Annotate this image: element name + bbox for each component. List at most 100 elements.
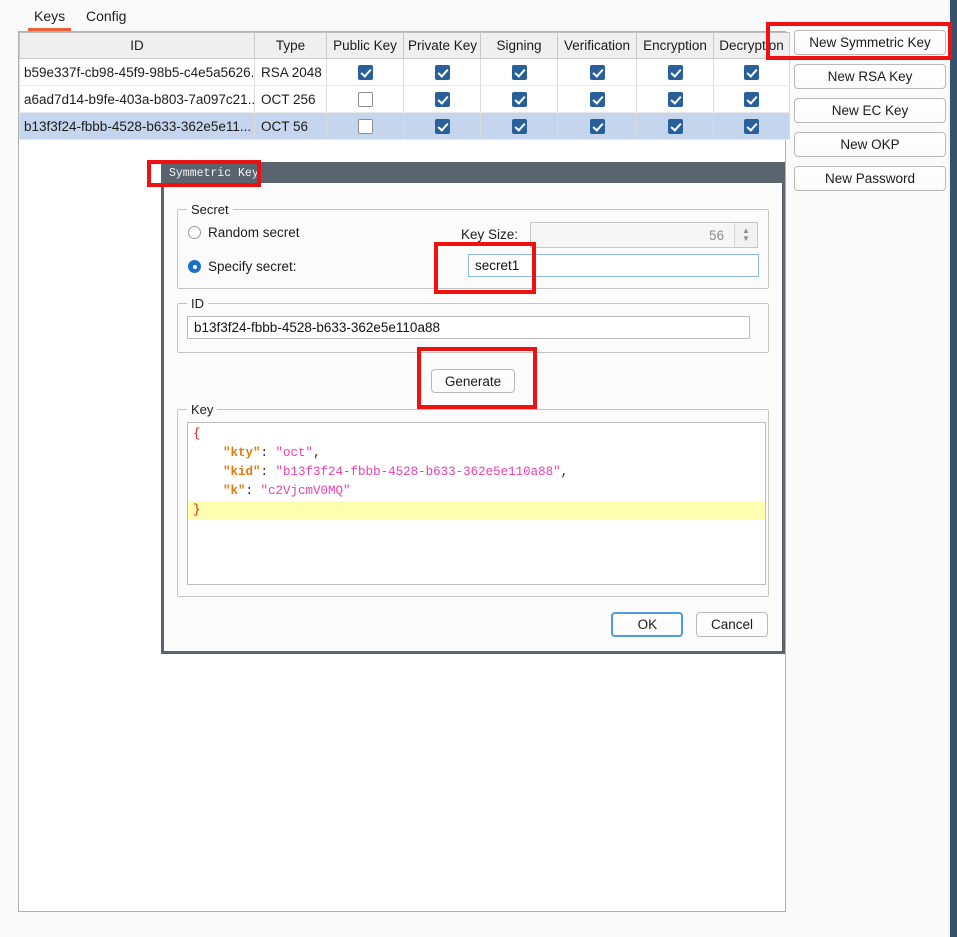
json-line: "kid": "b13f3f24-fbbb-4528-b633-362e5e11… bbox=[223, 465, 569, 479]
cell-encryption[interactable] bbox=[636, 58, 714, 86]
cell-decryption[interactable] bbox=[713, 112, 790, 140]
json-line: "k": "c2VjcmV0MQ" bbox=[223, 484, 351, 498]
checkbox-verification[interactable] bbox=[589, 118, 605, 134]
checkbox-public-key[interactable] bbox=[357, 91, 373, 107]
json-value-kty: "oct" bbox=[275, 446, 314, 460]
col-header-type[interactable]: Type bbox=[254, 32, 327, 59]
cell-id: b59e337f-cb98-45f9-98b5-c4e5a5626... bbox=[19, 58, 255, 86]
cell-signing[interactable] bbox=[480, 85, 558, 113]
cell-decryption[interactable] bbox=[713, 58, 790, 86]
key-json-view[interactable]: { "kty": "oct", "kid": "b13f3f24-fbbb-45… bbox=[187, 422, 766, 585]
app-window: Keys Config ID Type Public Key Private K… bbox=[0, 0, 957, 937]
new-rsa-key-button[interactable]: New RSA Key bbox=[794, 64, 946, 89]
checkbox-decryption[interactable] bbox=[744, 118, 759, 134]
cell-signing[interactable] bbox=[480, 112, 558, 140]
new-ec-key-button[interactable]: New EC Key bbox=[794, 98, 946, 123]
checkbox-encryption[interactable] bbox=[667, 118, 683, 134]
checkbox-signing[interactable] bbox=[511, 118, 527, 134]
col-header-encryption[interactable]: Encryption bbox=[636, 32, 714, 59]
key-group: Key { "kty": "oct", "kid": "b13f3f24-fbb… bbox=[177, 402, 769, 597]
cell-verification[interactable] bbox=[557, 112, 637, 140]
key-actions-panel: New Symmetric Key New RSA Key New EC Key… bbox=[794, 30, 946, 200]
generate-row: Generate bbox=[177, 369, 769, 393]
tab-keys[interactable]: Keys bbox=[28, 6, 72, 31]
col-header-verification[interactable]: Verification bbox=[557, 32, 637, 59]
checkbox-encryption[interactable] bbox=[667, 64, 683, 80]
new-password-button[interactable]: New Password bbox=[794, 166, 946, 191]
cell-decryption[interactable] bbox=[713, 85, 790, 113]
table-row[interactable]: a6ad7d14-b9fe-403a-b803-7a097c21... OCT … bbox=[19, 85, 790, 113]
checkbox-verification[interactable] bbox=[589, 64, 605, 80]
json-line: } bbox=[188, 501, 765, 520]
new-symmetric-key-button[interactable]: New Symmetric Key bbox=[794, 30, 946, 55]
json-value-k: "c2VjcmV0MQ" bbox=[260, 484, 351, 498]
radio-specify-secret[interactable] bbox=[188, 260, 201, 273]
col-header-id[interactable]: ID bbox=[19, 32, 255, 59]
secret-input[interactable] bbox=[468, 254, 759, 277]
key-size-stepper[interactable]: 56 ▲ ▼ bbox=[530, 222, 758, 248]
cell-type: RSA 2048 bbox=[254, 58, 327, 86]
cell-public-key[interactable] bbox=[326, 85, 404, 113]
cell-encryption[interactable] bbox=[636, 112, 714, 140]
cell-signing[interactable] bbox=[480, 58, 558, 86]
cell-encryption[interactable] bbox=[636, 85, 714, 113]
checkbox-encryption[interactable] bbox=[667, 91, 683, 107]
key-size-value: 56 bbox=[708, 227, 724, 243]
key-group-label: Key bbox=[187, 402, 218, 417]
table-header-row: ID Type Public Key Private Key Signing V… bbox=[19, 32, 790, 59]
col-header-public-key[interactable]: Public Key bbox=[326, 32, 404, 59]
cell-private-key[interactable] bbox=[403, 112, 481, 140]
table-row[interactable]: b59e337f-cb98-45f9-98b5-c4e5a5626... RSA… bbox=[19, 58, 790, 86]
checkbox-decryption[interactable] bbox=[744, 64, 759, 80]
tabbar: Keys Config bbox=[0, 0, 948, 33]
stepper-arrows-icon[interactable]: ▲ ▼ bbox=[734, 223, 757, 247]
cell-type: OCT 56 bbox=[254, 112, 327, 140]
random-secret-label: Random secret bbox=[208, 225, 300, 240]
checkbox-signing[interactable] bbox=[511, 64, 527, 80]
symmetric-key-dialog: Symmetric Key Secret Random secret Speci… bbox=[161, 162, 785, 654]
checkbox-private-key[interactable] bbox=[434, 64, 450, 80]
tab-config[interactable]: Config bbox=[80, 6, 132, 31]
random-secret-option[interactable]: Random secret bbox=[188, 225, 300, 240]
id-group-label: ID bbox=[187, 296, 208, 311]
keys-table[interactable]: ID Type Public Key Private Key Signing V… bbox=[19, 32, 790, 140]
col-header-decryption[interactable]: Decryption bbox=[713, 32, 790, 59]
checkbox-signing[interactable] bbox=[511, 91, 527, 107]
cell-id: b13f3f24-fbbb-4528-b633-362e5e11... bbox=[19, 112, 255, 140]
cell-private-key[interactable] bbox=[403, 85, 481, 113]
checkbox-private-key[interactable] bbox=[434, 91, 450, 107]
secret-group: Secret Random secret Specify secret: Key… bbox=[177, 202, 769, 289]
cell-id: a6ad7d14-b9fe-403a-b803-7a097c21... bbox=[19, 85, 255, 113]
chevron-down-icon[interactable]: ▼ bbox=[742, 235, 750, 243]
id-group: ID bbox=[177, 296, 769, 353]
dialog-footer: OK Cancel bbox=[602, 612, 768, 637]
specify-secret-option[interactable]: Specify secret: bbox=[188, 259, 297, 274]
checkbox-decryption[interactable] bbox=[744, 91, 759, 107]
checkbox-private-key[interactable] bbox=[434, 118, 450, 134]
dialog-body: Secret Random secret Specify secret: Key… bbox=[164, 183, 782, 651]
right-edge-strip bbox=[950, 0, 957, 937]
ok-button[interactable]: OK bbox=[611, 612, 684, 637]
dialog-titlebar: Symmetric Key bbox=[164, 165, 782, 183]
table-row[interactable]: b13f3f24-fbbb-4528-b633-362e5e11... OCT … bbox=[19, 112, 790, 140]
checkbox-public-key[interactable] bbox=[357, 118, 373, 134]
checkbox-public-key[interactable] bbox=[357, 64, 373, 80]
col-header-private-key[interactable]: Private Key bbox=[403, 32, 481, 59]
checkbox-verification[interactable] bbox=[589, 91, 605, 107]
cell-verification[interactable] bbox=[557, 85, 637, 113]
cell-public-key[interactable] bbox=[326, 58, 404, 86]
specify-secret-label: Specify secret: bbox=[208, 259, 297, 274]
json-line: "kty": "oct", bbox=[223, 446, 321, 460]
cancel-button[interactable]: Cancel bbox=[696, 612, 768, 637]
cell-type: OCT 256 bbox=[254, 85, 327, 113]
generate-button[interactable]: Generate bbox=[431, 369, 515, 393]
radio-random-secret[interactable] bbox=[188, 226, 201, 239]
key-id-input[interactable] bbox=[187, 316, 750, 339]
cell-verification[interactable] bbox=[557, 58, 637, 86]
new-okp-button[interactable]: New OKP bbox=[794, 132, 946, 157]
cell-public-key[interactable] bbox=[326, 112, 404, 140]
key-size-label: Key Size: bbox=[461, 227, 519, 242]
cell-private-key[interactable] bbox=[403, 58, 481, 86]
json-value-kid: "b13f3f24-fbbb-4528-b633-362e5e110a88" bbox=[275, 465, 561, 479]
col-header-signing[interactable]: Signing bbox=[480, 32, 558, 59]
